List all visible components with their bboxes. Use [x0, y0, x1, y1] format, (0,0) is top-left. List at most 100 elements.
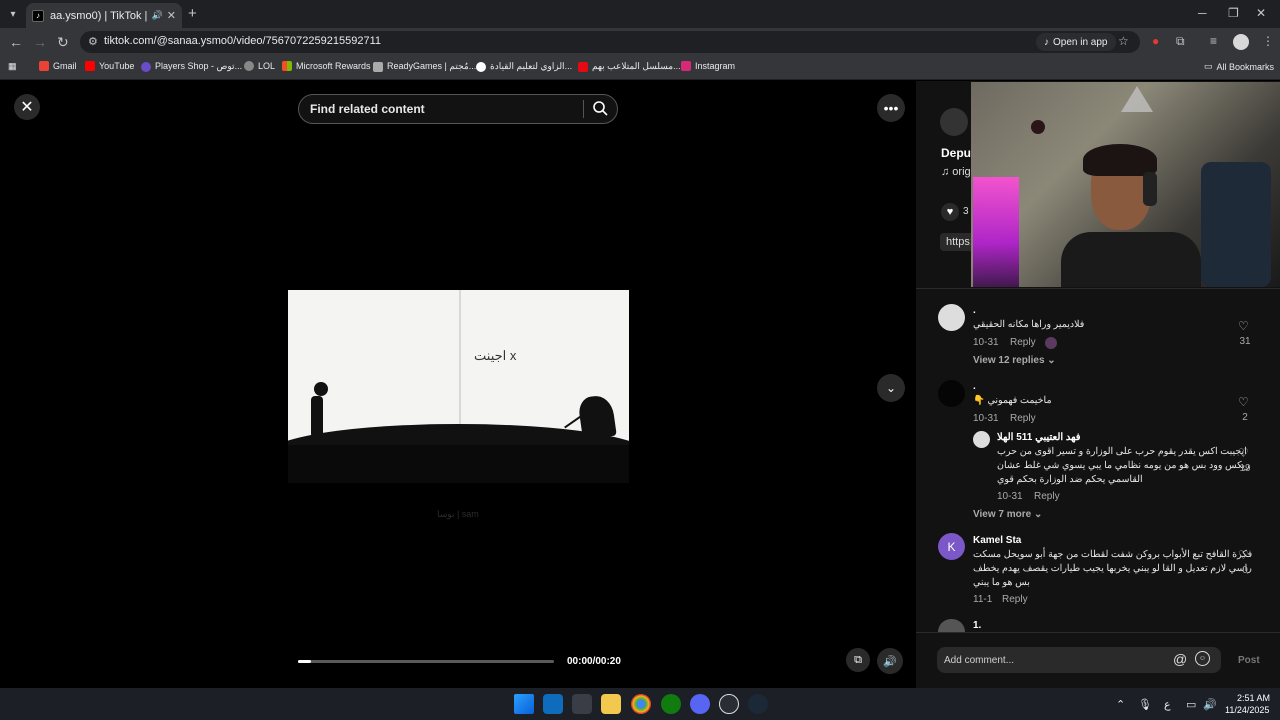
input-language[interactable]: ع: [1164, 698, 1171, 711]
reply-reply-button[interactable]: Reply: [1034, 491, 1060, 502]
bookmark-gmail[interactable]: Gmail: [39, 61, 77, 71]
profile-avatar[interactable]: [1233, 34, 1249, 50]
comment-reply-button[interactable]: Reply: [1010, 413, 1036, 424]
comment-avatar[interactable]: [938, 304, 965, 331]
bookmark-lol[interactable]: LOL: [244, 61, 275, 71]
bookmark-star-icon[interactable]: ☆: [1118, 34, 1129, 48]
add-comment-placeholder: Add comment...: [944, 655, 1015, 666]
new-tab-icon[interactable]: +: [188, 5, 197, 22]
back-icon[interactable]: ←: [9, 34, 23, 50]
comment-author[interactable]: 1.: [973, 620, 981, 631]
store-icon[interactable]: [572, 694, 592, 714]
bookmark-microsoft-rewards[interactable]: Microsoft Rewards: [282, 61, 371, 71]
video-watermark: نوسا | sam: [437, 509, 479, 519]
globe-icon: [244, 61, 254, 71]
mention-icon[interactable]: @: [1173, 651, 1187, 667]
taskbar-time[interactable]: 2:51 AM: [1237, 693, 1270, 703]
taskbar-date[interactable]: 11/24/2025: [1225, 705, 1269, 715]
discord-icon[interactable]: [690, 694, 710, 714]
tab-close-icon[interactable]: ✕: [167, 9, 176, 22]
tray-chevron-up-icon[interactable]: ⌃: [1116, 698, 1125, 711]
tab-search-icon[interactable]: ▾: [4, 5, 22, 23]
video-frame[interactable]: [288, 290, 629, 445]
frame-divider-line: [459, 290, 461, 445]
emoji-icon[interactable]: ☺: [1195, 651, 1210, 666]
url-text[interactable]: tiktok.com/@sanaa.ysmo0/video/7567072259…: [104, 35, 381, 47]
more-options-button[interactable]: •••: [877, 94, 905, 122]
forward-icon[interactable]: →: [33, 34, 47, 50]
pip-button[interactable]: ⧉: [846, 648, 870, 672]
webcam-wall-triangle: [1121, 86, 1153, 112]
gmail-icon: [39, 61, 49, 71]
maximize-icon[interactable]: ❐: [1228, 6, 1239, 20]
silhouette-head: [314, 382, 328, 396]
players-shop-icon: [141, 61, 151, 72]
media-control-icon[interactable]: ≡: [1210, 34, 1217, 48]
comment-reply-button[interactable]: Reply: [1002, 594, 1028, 605]
all-bookmarks[interactable]: ▭ All Bookmarks: [1204, 61, 1274, 72]
creator-avatar[interactable]: [940, 108, 968, 136]
apps-grid-icon[interactable]: ▦: [8, 61, 17, 72]
bookmark-players-shop[interactable]: Players Shop - توص...: [141, 61, 242, 72]
comment-like-count: 2: [1242, 412, 1248, 423]
settings-gear-icon[interactable]: [719, 694, 739, 714]
reply-text-line: القاسمي يحكم ضد الوزارة بحكم قوي: [997, 474, 1143, 485]
comment-heart-icon[interactable]: ♡: [1238, 319, 1249, 333]
music-label[interactable]: ♫ orig: [941, 166, 971, 178]
search-icon[interactable]: [592, 100, 608, 116]
close-video-button[interactable]: ✕: [14, 94, 40, 120]
webcam-chair: [1201, 162, 1271, 287]
open-in-app-button[interactable]: ♪ Open in app: [1036, 33, 1116, 51]
creator-name[interactable]: Deput: [941, 146, 975, 160]
volume-tray-icon[interactable]: 🔊: [1203, 698, 1217, 711]
xbox-icon[interactable]: [661, 694, 681, 714]
comment-avatar[interactable]: [938, 380, 965, 407]
chevron-down-icon: ⌄: [885, 381, 897, 395]
related-search-placeholder: Find related content: [310, 102, 425, 116]
site-info-icon[interactable]: ⚙: [88, 35, 98, 48]
reply-text-line: ريكس وود بس هو من يومه نظامي ما يبي يسوي…: [997, 460, 1250, 471]
chrome-taskbar-icon[interactable]: [631, 694, 651, 714]
bookmark-driving[interactable]: الزاوي لتعليم القيادة...: [476, 61, 572, 72]
next-video-button[interactable]: ⌄: [877, 374, 905, 402]
file-explorer-icon[interactable]: [601, 694, 621, 714]
reload-icon[interactable]: ↻: [57, 34, 69, 51]
microphone-icon[interactable]: 🎙: [1138, 698, 1152, 711]
comment-author[interactable]: .: [973, 381, 976, 392]
reply-heart-icon[interactable]: ♡: [1238, 446, 1249, 460]
bookmark-instagram[interactable]: Instagram: [681, 61, 735, 71]
reply-author[interactable]: فهد العتيبي 511 الهلا: [997, 432, 1081, 443]
bookmark-series[interactable]: مسلسل المتلاعب بهم...: [578, 61, 681, 72]
post-button[interactable]: Post: [1238, 655, 1260, 666]
windows-start-icon[interactable]: [514, 694, 534, 714]
minimize-icon[interactable]: ─: [1198, 6, 1207, 20]
comment-reply-button[interactable]: Reply: [1010, 337, 1036, 348]
reply-avatar[interactable]: [973, 431, 990, 448]
outlook-icon[interactable]: [543, 694, 563, 714]
volume-button[interactable]: 🔊: [877, 648, 903, 674]
comment-avatar-letter[interactable]: K: [938, 533, 965, 560]
comment-heart-icon[interactable]: ♡: [1238, 395, 1249, 409]
heart-icon[interactable]: ♥: [941, 203, 959, 221]
chrome-menu-icon[interactable]: ⋮: [1262, 34, 1274, 48]
tab-title: aa.ysmo0) | TikTok | نوسا: [50, 10, 148, 22]
network-icon[interactable]: ▭: [1186, 698, 1196, 711]
extension-red-icon[interactable]: ●: [1152, 34, 1159, 48]
audio-playing-icon[interactable]: 🔊: [152, 10, 163, 21]
bookmark-youtube[interactable]: YouTube: [85, 61, 134, 71]
youtube-icon: [85, 61, 95, 71]
video-time: 00:00/00:20: [567, 656, 621, 667]
extensions-icon[interactable]: ⧉: [1176, 34, 1185, 49]
series-icon: [578, 61, 588, 72]
comment-author[interactable]: Kamel Sta: [973, 535, 1021, 546]
comment-author[interactable]: .: [973, 305, 976, 316]
view-replies-button[interactable]: View 12 replies ⌄: [973, 355, 1056, 366]
window-close-icon[interactable]: ✕: [1256, 6, 1266, 20]
close-icon: ✕: [20, 99, 34, 116]
steam-icon[interactable]: [748, 694, 768, 714]
view-more-button[interactable]: View 7 more ⌄: [973, 509, 1042, 520]
video-progress-track[interactable]: [298, 660, 554, 663]
browser-tab-tiktok[interactable]: ♪ aa.ysmo0) | TikTok | نوسا 🔊 ✕: [26, 3, 182, 28]
comment-heart-icon[interactable]: ♡: [1238, 548, 1249, 562]
bookmark-readygames[interactable]: ReadyGames | مُجتم...: [373, 61, 476, 72]
